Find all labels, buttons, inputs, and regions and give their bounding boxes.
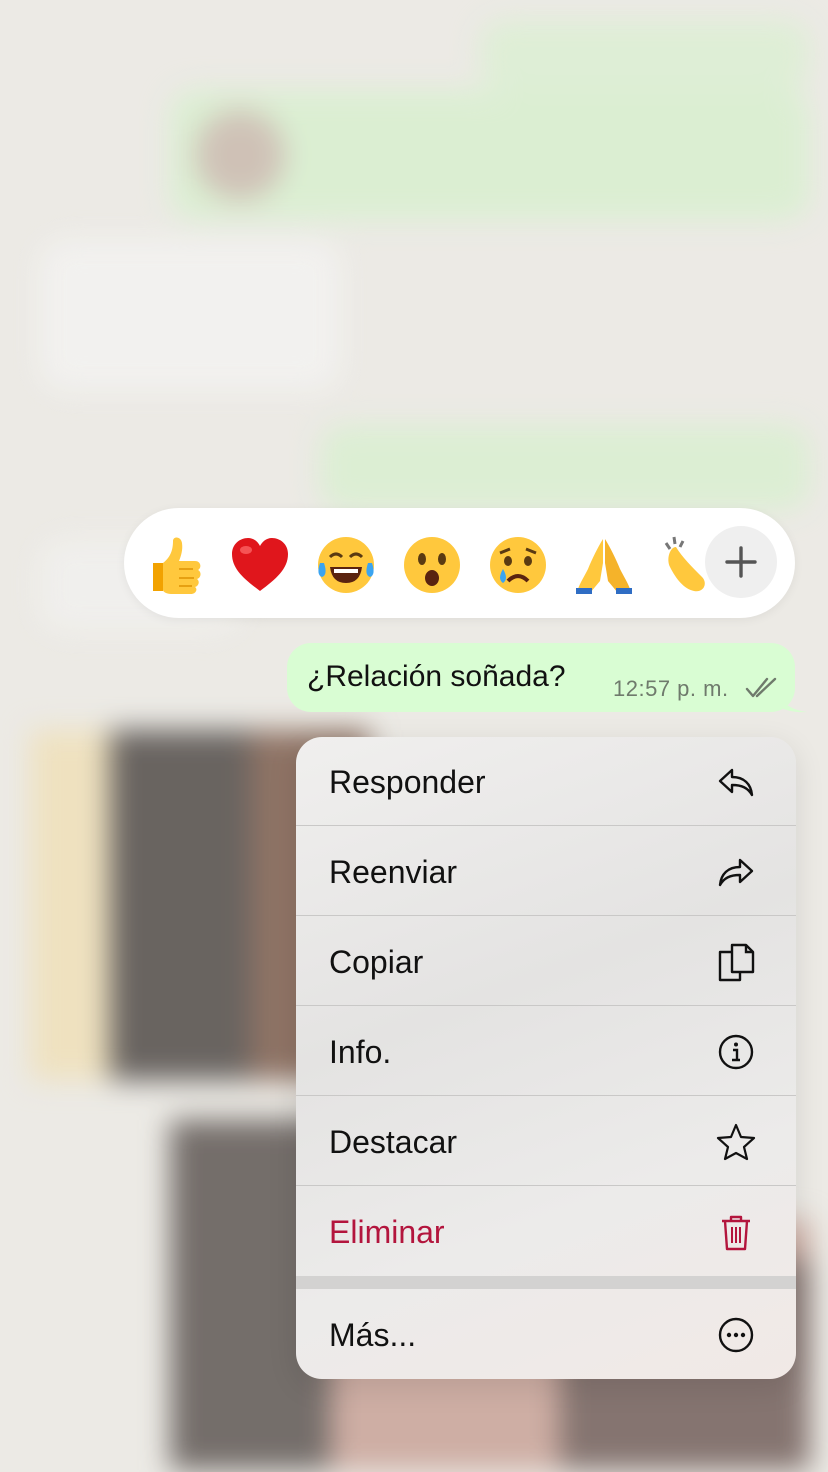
star-icon xyxy=(716,1122,756,1162)
menu-item-label: Responder xyxy=(329,764,486,800)
add-reaction-button[interactable] xyxy=(705,526,777,598)
message-bubble[interactable]: ¿Relación soñada? 12:57 p. m. xyxy=(287,643,795,712)
menu-item-label: Reenviar xyxy=(329,854,458,890)
emoji-red-heart[interactable] xyxy=(228,533,292,597)
context-menu: Responder Reenviar Copiar Info. Destacar… xyxy=(296,737,796,1379)
menu-item-label: Más... xyxy=(329,1317,417,1353)
menu-item-mas[interactable]: Más... xyxy=(296,1289,796,1379)
reply-icon xyxy=(716,762,756,802)
menu-separator xyxy=(296,1276,796,1289)
emoji-open-mouth[interactable] xyxy=(400,533,464,597)
menu-item-eliminar[interactable]: Eliminar xyxy=(296,1187,796,1276)
forward-icon xyxy=(716,852,756,892)
menu-item-reenviar[interactable]: Reenviar xyxy=(296,827,796,916)
reaction-bar xyxy=(124,508,795,618)
menu-item-copiar[interactable]: Copiar xyxy=(296,917,796,1006)
menu-item-label: Destacar xyxy=(329,1124,458,1160)
double-check-icon xyxy=(745,677,777,698)
menu-item-responder[interactable]: Responder xyxy=(296,737,796,826)
emoji-thumbs-up[interactable] xyxy=(141,533,205,597)
more-icon xyxy=(716,1315,756,1355)
menu-item-label: Info. xyxy=(329,1034,392,1070)
emoji-tears-of-joy[interactable] xyxy=(314,533,378,597)
menu-item-destacar[interactable]: Destacar xyxy=(296,1097,796,1186)
emoji-crying-face[interactable] xyxy=(486,533,550,597)
menu-item-label: Eliminar xyxy=(329,1214,445,1250)
message-text: ¿Relación soñada? xyxy=(307,660,566,693)
menu-item-info[interactable]: Info. xyxy=(296,1007,796,1096)
trash-icon xyxy=(716,1212,756,1252)
emoji-folded-hands[interactable] xyxy=(572,533,636,597)
info-icon xyxy=(716,1032,756,1072)
message-time: 12:57 p. m. xyxy=(613,676,729,701)
plus-icon xyxy=(725,546,757,578)
copy-icon xyxy=(716,942,756,982)
menu-item-label: Copiar xyxy=(329,944,424,980)
